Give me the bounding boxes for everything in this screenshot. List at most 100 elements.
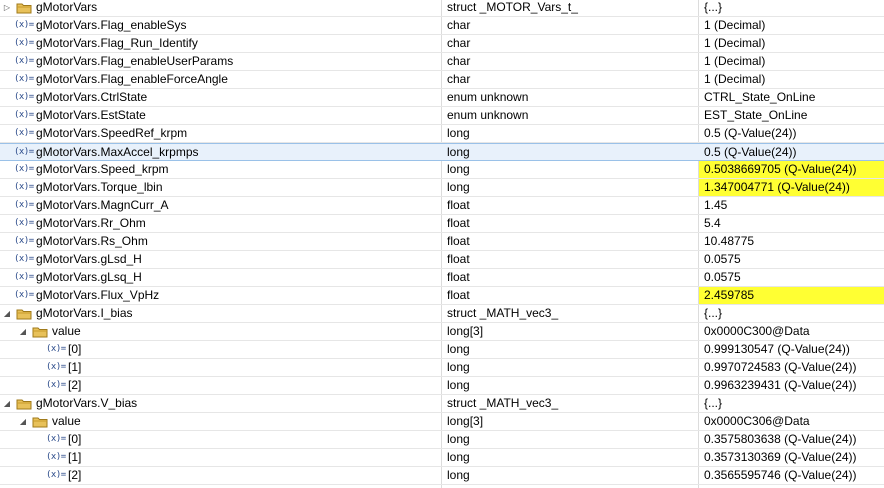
- value-cell[interactable]: 0.5 (Q-Value(24)): [699, 144, 884, 161]
- table-row[interactable]: (x)= gMotorVars.Torque_lbin long 1.34700…: [0, 179, 884, 197]
- value-cell[interactable]: 1.45: [699, 197, 884, 214]
- table-row[interactable]: ◢ gMotorVars.I_bias struct _MATH_vec3_ {…: [0, 305, 884, 323]
- table-row[interactable]: ◢ gMotorVars.V_bias struct _MATH_vec3_ {…: [0, 395, 884, 413]
- value-cell[interactable]: 1 (Decimal): [699, 35, 884, 52]
- expression-name: [2]: [68, 468, 82, 482]
- value-cell[interactable]: 5.4: [699, 215, 884, 232]
- collapse-arrow-icon[interactable]: ◢: [18, 323, 28, 340]
- variable-icon: (x)=: [14, 290, 34, 300]
- table-row[interactable]: (x)= gMotorVars.Rs_Ohm float 10.48775: [0, 233, 884, 251]
- value-cell[interactable]: CTRL_State_OnLine: [699, 89, 884, 106]
- value-cell[interactable]: {...}: [699, 0, 884, 16]
- table-row[interactable]: (x)= [2] long 0.9963239431 (Q-Value(24)): [0, 377, 884, 395]
- expression-name: gMotorVars.MaxAccel_krpmps: [36, 145, 199, 159]
- table-row[interactable]: ◢ value long[3] 0x0000C306@Data: [0, 413, 884, 431]
- value-cell[interactable]: 0x0000C306@Data: [699, 413, 884, 430]
- table-row[interactable]: (x)= gMotorVars.Flag_enableSys char 1 (D…: [0, 17, 884, 35]
- table-row[interactable]: (x)= gMotorVars.gLsq_H float 0.0575: [0, 269, 884, 287]
- type-cell: long: [447, 145, 470, 159]
- value-cell[interactable]: 0.3575803638 (Q-Value(24)): [699, 431, 884, 448]
- value-cell[interactable]: 2.459785: [699, 287, 884, 304]
- value-cell[interactable]: 10.48775: [699, 233, 884, 250]
- table-row[interactable]: (x)= gMotorVars.CtrlState enum unknown C…: [0, 89, 884, 107]
- type-cell: float: [447, 198, 470, 212]
- variable-icon: (x)=: [14, 74, 34, 84]
- table-row[interactable]: (x)= [1] long 0.3573130369 (Q-Value(24)): [0, 449, 884, 467]
- table-row[interactable]: (x)= gMotorVars.Flag_enableForceAngle ch…: [0, 71, 884, 89]
- expression-name: gMotorVars: [36, 0, 98, 14]
- variable-icon: (x)=: [46, 470, 66, 480]
- value-cell[interactable]: 0.999130547 (Q-Value(24)): [699, 341, 884, 358]
- table-row[interactable]: (x)= gMotorVars.MagnCurr_A float 1.45: [0, 197, 884, 215]
- type-cell: float: [447, 252, 470, 266]
- table-row[interactable]: ◢ value long[3] 0x0000C300@Data: [0, 323, 884, 341]
- table-row[interactable]: (x)= [2] long 0.3565595746 (Q-Value(24)): [0, 467, 884, 485]
- variable-icon: (x)=: [14, 56, 34, 66]
- expand-arrow-icon[interactable]: ▷: [2, 0, 12, 16]
- type-cell: char: [447, 54, 471, 68]
- value-cell[interactable]: 1 (Decimal): [699, 17, 884, 34]
- table-row[interactable]: (x)= [0] long 0.3575803638 (Q-Value(24)): [0, 431, 884, 449]
- expression-cell: (x)= gMotorVars.Flag_enableForceAngle: [0, 71, 441, 88]
- table-row[interactable]: (x)= gMotorVars.MaxAccel_krpmps long 0.5…: [0, 143, 884, 161]
- value-cell[interactable]: 0.9970724583 (Q-Value(24)): [699, 359, 884, 376]
- type-cell: long: [447, 378, 470, 392]
- expression-name: gMotorVars.Flag_Run_Identify: [36, 36, 198, 50]
- type-cell: char: [447, 18, 471, 32]
- collapse-arrow-icon[interactable]: ◢: [2, 395, 12, 412]
- expression-cell: (x)= [2]: [0, 377, 441, 394]
- value-cell[interactable]: 0.0575: [699, 269, 884, 286]
- value-cell[interactable]: 0x0000C300@Data: [699, 323, 884, 340]
- expression-cell: (x)= [1]: [0, 359, 441, 376]
- table-row[interactable]: (x)= gMotorVars.SpeedRef_krpm long 0.5 (…: [0, 125, 884, 143]
- expression-cell: (x)= gMotorVars.gLsq_H: [0, 269, 441, 286]
- type-cell: float: [447, 216, 470, 230]
- table-row[interactable]: (x)= gMotorVars.Flux_VpHz float 2.459785: [0, 287, 884, 305]
- type-cell: long[3]: [447, 414, 484, 428]
- expression-name: gMotorVars.Rr_Ohm: [36, 216, 146, 230]
- value-cell[interactable]: 0.5 (Q-Value(24)): [699, 125, 884, 142]
- table-row[interactable]: (x)= [1] long 0.9970724583 (Q-Value(24)): [0, 359, 884, 377]
- value-cell[interactable]: 0.3565595746 (Q-Value(24)): [699, 467, 884, 484]
- struct-folder-icon: [32, 327, 48, 338]
- value-cell[interactable]: 1 (Decimal): [699, 71, 884, 88]
- type-cell: struct _MATH_vec3_: [447, 396, 559, 410]
- expression-name: [2]: [68, 378, 82, 392]
- type-cell: struct _MATH_vec3_: [447, 306, 559, 320]
- table-row[interactable]: (x)= gMotorVars.gLsd_H float 0.0575: [0, 251, 884, 269]
- expression-cell: (x)= [0]: [0, 431, 441, 448]
- table-row[interactable]: (x)= gMotorVars.EstState enum unknown ES…: [0, 107, 884, 125]
- table-row[interactable]: (x)= gMotorVars.Flag_Run_Identify char 1…: [0, 35, 884, 53]
- expression-name: value: [52, 324, 81, 338]
- collapse-arrow-icon[interactable]: ◢: [18, 413, 28, 430]
- expression-name: gMotorVars.SpeedRef_krpm: [36, 126, 188, 140]
- table-row[interactable]: (x)= [0] long 0.999130547 (Q-Value(24)): [0, 341, 884, 359]
- variable-icon: (x)=: [14, 38, 34, 48]
- value-cell[interactable]: 0.3573130369 (Q-Value(24)): [699, 449, 884, 466]
- value-cell[interactable]: EST_State_OnLine: [699, 107, 884, 124]
- value-cell[interactable]: 0.5038669705 (Q-Value(24)): [699, 161, 884, 178]
- expression-name: gMotorVars.EstState: [36, 108, 146, 122]
- value-cell[interactable]: 1.347004771 (Q-Value(24)): [699, 179, 884, 196]
- table-row[interactable]: ▷ gMotorVars struct _MOTOR_Vars_t_ {...}: [0, 0, 884, 17]
- value-cell[interactable]: 0.9963239431 (Q-Value(24)): [699, 377, 884, 394]
- value-cell[interactable]: {...}: [699, 395, 884, 412]
- expression-cell: ◢ gMotorVars.V_bias: [0, 395, 441, 412]
- type-cell: long: [447, 342, 470, 356]
- expression-name: gMotorVars.gLsq_H: [36, 270, 142, 284]
- variable-icon: (x)=: [14, 236, 34, 246]
- value-cell[interactable]: 0.0575: [699, 251, 884, 268]
- value-cell[interactable]: {...}: [699, 305, 884, 322]
- value-cell[interactable]: 1 (Decimal): [699, 53, 884, 70]
- table-row[interactable]: (x)= gMotorVars.Rr_Ohm float 5.4: [0, 215, 884, 233]
- type-cell: float: [447, 270, 470, 284]
- expression-cell: (x)= gMotorVars.Torque_lbin: [0, 179, 441, 196]
- variable-icon: (x)=: [14, 128, 34, 138]
- collapse-arrow-icon[interactable]: ◢: [2, 305, 12, 322]
- expression-name: [1]: [68, 450, 82, 464]
- table-row[interactable]: (x)= gMotorVars.Flag_enableUserParams ch…: [0, 53, 884, 71]
- table-row[interactable]: (x)= gMotorVars.Speed_krpm long 0.503866…: [0, 161, 884, 179]
- type-cell: long: [447, 180, 470, 194]
- expression-cell: (x)= gMotorVars.EstState: [0, 107, 441, 124]
- type-cell: struct _MOTOR_Vars_t_: [447, 0, 578, 14]
